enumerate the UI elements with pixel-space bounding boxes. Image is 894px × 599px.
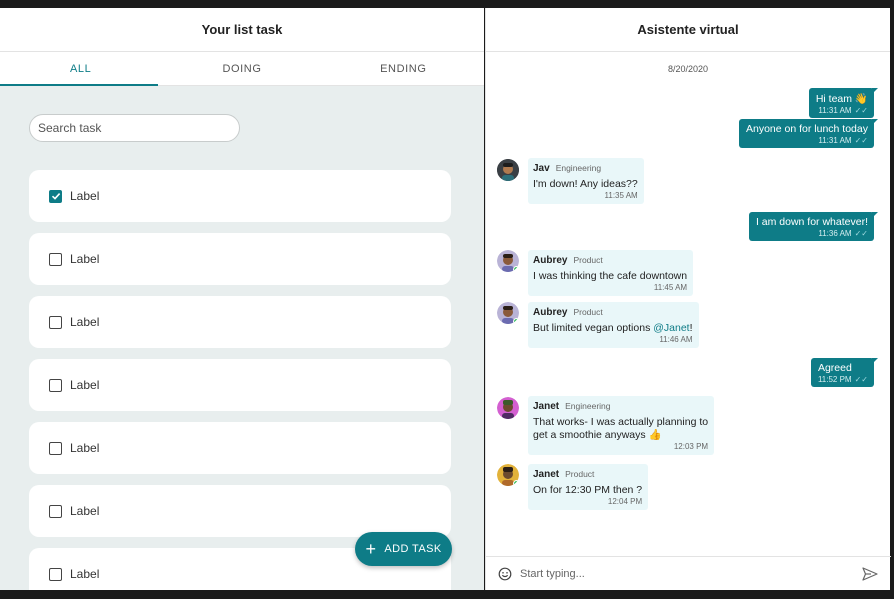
sender-role: Product — [573, 255, 603, 265]
message-composer — [486, 556, 891, 590]
task-label: Label — [70, 504, 100, 518]
message-text: Hi team 👋 — [815, 93, 868, 105]
task-checkbox[interactable] — [49, 252, 62, 266]
avatar-illustration — [497, 397, 519, 419]
message-time: 11:45 AM — [653, 283, 688, 292]
incoming-message: Aubrey Product But limited vegan options … — [528, 302, 699, 348]
message-text: I was thinking the cafe downtown — [533, 270, 688, 282]
online-status-dot — [513, 266, 519, 272]
emoji-icon[interactable] — [498, 567, 512, 581]
sender-role: Engineering — [565, 401, 611, 411]
avatar-janet[interactable] — [497, 397, 519, 419]
read-check-icon: ✓✓ — [854, 136, 868, 145]
send-icon[interactable] — [861, 565, 879, 583]
task-item[interactable]: Label — [29, 233, 451, 285]
incoming-message: Janet Product On for 12:30 PM then ? 12:0… — [528, 464, 649, 510]
plus-icon: + — [365, 539, 377, 559]
avatar-illustration — [497, 159, 519, 181]
chat-title: Asistente virtual — [486, 8, 890, 52]
outgoing-message: Anyone on for lunch today 11:31 AM ✓✓ — [738, 119, 879, 148]
incoming-message: Jav Engineering I'm down! Any ideas?? 11:… — [528, 158, 644, 204]
task-tabs: ALL DOING ENDING — [0, 52, 484, 86]
search-task-input[interactable] — [29, 114, 240, 142]
task-label: Label — [70, 189, 100, 203]
read-check-icon: ✓✓ — [854, 229, 868, 238]
message-time: 11:36 AM — [818, 229, 852, 238]
check-icon — [51, 193, 60, 200]
message-time: 12:04 PM — [607, 497, 643, 506]
task-checkbox[interactable] — [49, 189, 62, 203]
task-panel-title: Your list task — [0, 8, 484, 52]
tab-ending[interactable]: ENDING — [323, 52, 484, 85]
task-label: Label — [70, 315, 100, 329]
message-text: Anyone on for lunch today — [745, 123, 868, 135]
user-mention-link[interactable]: @Janet — [653, 322, 689, 334]
online-status-dot — [513, 480, 519, 486]
sender-name: Jav — [533, 163, 550, 174]
message-text: I'm down! Any ideas?? — [533, 178, 638, 190]
message-input[interactable] — [520, 567, 861, 580]
task-checkbox[interactable] — [49, 378, 62, 392]
read-check-icon: ✓✓ — [854, 106, 868, 115]
sender-name: Janet — [533, 401, 560, 412]
chat-date: 8/20/2020 — [667, 64, 709, 74]
message-time: 11:46 AM — [659, 335, 693, 344]
message-text-line2: get a smoothie anyways 👍 — [533, 429, 662, 441]
avatar-aubrey[interactable] — [497, 302, 519, 324]
message-text-suffix: ! — [689, 322, 693, 334]
task-checkbox[interactable] — [49, 504, 62, 518]
sender-name: Aubrey — [533, 307, 568, 318]
sender-name: Aubrey — [533, 255, 568, 266]
message-text: I am down for whatever! — [755, 216, 868, 228]
task-item[interactable]: Label — [29, 485, 451, 537]
task-item[interactable]: Label — [29, 359, 451, 411]
avatar-jav[interactable] — [497, 159, 519, 181]
tab-all[interactable]: ALL — [0, 52, 161, 85]
add-task-label: ADD TASK — [384, 543, 442, 555]
outgoing-message: Agreed 11:52 PM ✓✓ — [810, 358, 879, 387]
read-check-icon: ✓✓ — [854, 375, 868, 384]
online-status-dot — [513, 318, 519, 324]
active-tab-indicator — [0, 84, 158, 86]
task-panel: Your list task ALL DOING ENDING Label La… — [0, 8, 484, 590]
sender-role: Product — [573, 307, 603, 317]
task-label: Label — [70, 567, 100, 581]
message-time: 12:03 PM — [673, 442, 709, 451]
task-item[interactable]: Label — [29, 296, 451, 348]
sender-name: Janet — [533, 469, 560, 480]
chat-panel: Asistente virtual 8/20/2020 Hi team 👋 11… — [485, 8, 891, 590]
task-label: Label — [70, 252, 100, 266]
message-time: 11:31 AM — [818, 136, 852, 145]
avatar-aubrey[interactable] — [497, 250, 519, 272]
add-task-button[interactable]: + ADD TASK — [355, 532, 452, 566]
incoming-message: Janet Engineering That works- I was actua… — [528, 396, 715, 455]
message-text: That works- I was actually planning to — [533, 416, 709, 428]
message-text: On for 12:30 PM then ? — [533, 484, 643, 496]
message-time: 11:31 AM — [818, 106, 852, 115]
tab-doing[interactable]: DOING — [161, 52, 322, 85]
task-label: Label — [70, 441, 100, 455]
avatar-janet[interactable] — [497, 464, 519, 486]
message-text: Agreed — [817, 362, 852, 374]
message-text: But limited vegan options — [533, 322, 654, 334]
task-label: Label — [70, 378, 100, 392]
task-checkbox[interactable] — [49, 441, 62, 455]
task-checkbox[interactable] — [49, 315, 62, 329]
sender-role: Engineering — [555, 163, 602, 173]
outgoing-message: Hi team 👋 11:31 AM ✓✓ — [808, 88, 879, 118]
message-time: 11:35 AM — [604, 191, 638, 200]
incoming-message: Aubrey Product I was thinking the cafe do… — [528, 250, 694, 296]
sender-role: Product — [565, 469, 595, 479]
task-item[interactable]: Label — [29, 422, 451, 474]
task-item[interactable]: Label — [29, 170, 451, 222]
message-time: 11:52 PM — [817, 375, 852, 384]
outgoing-message: I am down for whatever! 11:36 AM ✓✓ — [748, 212, 879, 241]
task-checkbox[interactable] — [49, 567, 62, 581]
